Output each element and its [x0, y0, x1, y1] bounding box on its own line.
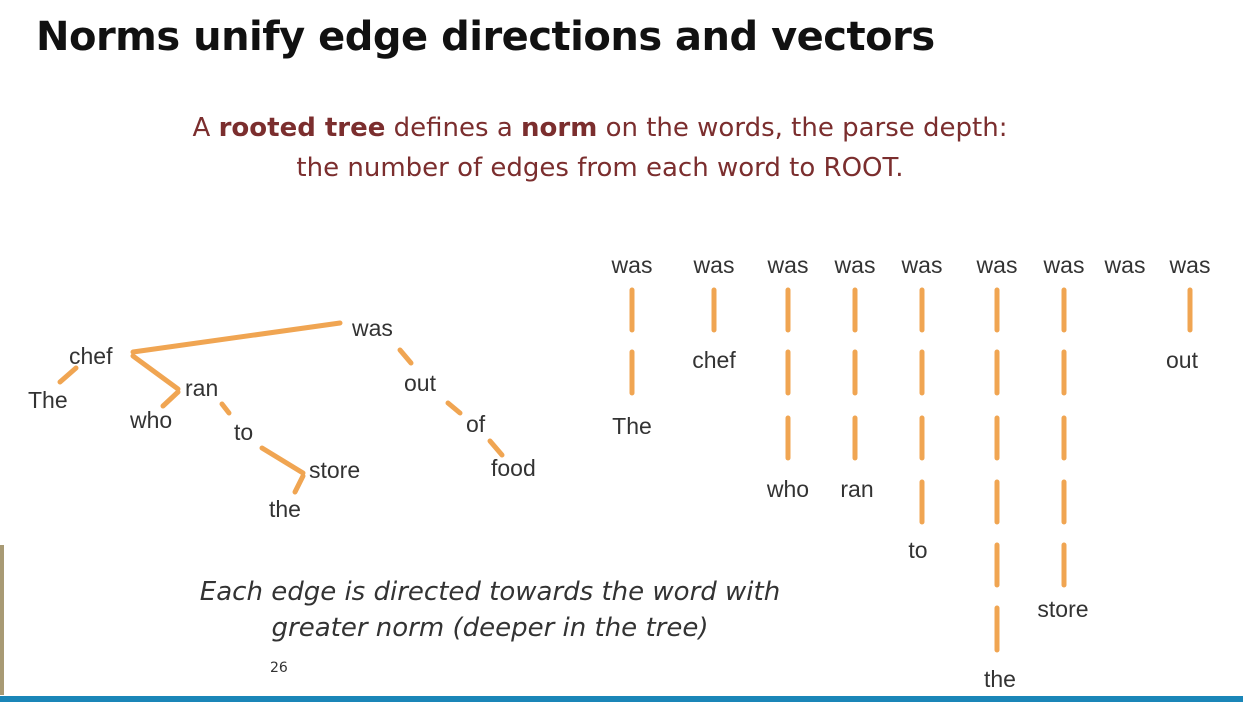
tree-word-out: out	[404, 370, 437, 396]
footnote-line-1: Each edge is directed towards the word w…	[199, 577, 781, 607]
col-word-who: who	[766, 476, 809, 502]
col-root-out: was	[1169, 252, 1211, 278]
col-root-the: was	[611, 252, 653, 278]
tree-word-food: food	[491, 455, 536, 481]
edge-was-out	[397, 347, 414, 366]
tree-word-the-2: the	[269, 496, 301, 522]
page-number: 26	[270, 660, 288, 676]
bottom-accent-bar	[0, 696, 1243, 702]
tree-word-to: to	[234, 419, 253, 445]
col-word-the-2: the	[984, 666, 1016, 692]
col-word-ran: ran	[840, 476, 873, 502]
edge-to-store	[259, 445, 306, 476]
edge-chef-ran	[130, 353, 181, 392]
edge-was-chef	[130, 320, 343, 355]
col-root-who: was	[767, 252, 809, 278]
col-word-store: store	[1037, 596, 1088, 622]
footnote: Each edge is directed towards the word w…	[140, 574, 840, 646]
parse-tree-edges	[57, 320, 505, 495]
col-root-to: was	[901, 252, 943, 278]
col-root-was: was	[1104, 252, 1146, 278]
tree-word-store: store	[309, 457, 360, 483]
tree-word-ran: ran	[185, 375, 218, 401]
edge-of-food	[487, 438, 505, 458]
tree-word-chef: chef	[69, 343, 113, 369]
col-root-the-2: was	[976, 252, 1018, 278]
footnote-line-2: greater norm (deeper in the tree)	[271, 613, 709, 643]
edge-out-of	[445, 400, 463, 416]
left-accent-bar	[0, 545, 4, 695]
parse-tree-words: was chef The ran who to store the out of…	[28, 315, 536, 522]
col-word-to: to	[908, 537, 927, 563]
col-root-store: was	[1043, 252, 1085, 278]
tree-word-who: who	[129, 407, 172, 433]
col-word-the: The	[612, 413, 652, 439]
tree-word-was: was	[351, 315, 393, 341]
tree-word-of: of	[466, 411, 486, 437]
col-root-chef: was	[693, 252, 735, 278]
edge-chef-the	[57, 365, 79, 385]
edge-ran-to	[219, 401, 232, 416]
col-word-chef: chef	[692, 347, 736, 373]
depth-columns-root-labels: was was was was was was was was was	[611, 252, 1211, 278]
edge-store-the	[292, 473, 306, 495]
col-root-ran: was	[834, 252, 876, 278]
col-word-out: out	[1166, 347, 1199, 373]
tree-word-the-1: The	[28, 387, 68, 413]
edge-ran-who	[160, 389, 181, 409]
